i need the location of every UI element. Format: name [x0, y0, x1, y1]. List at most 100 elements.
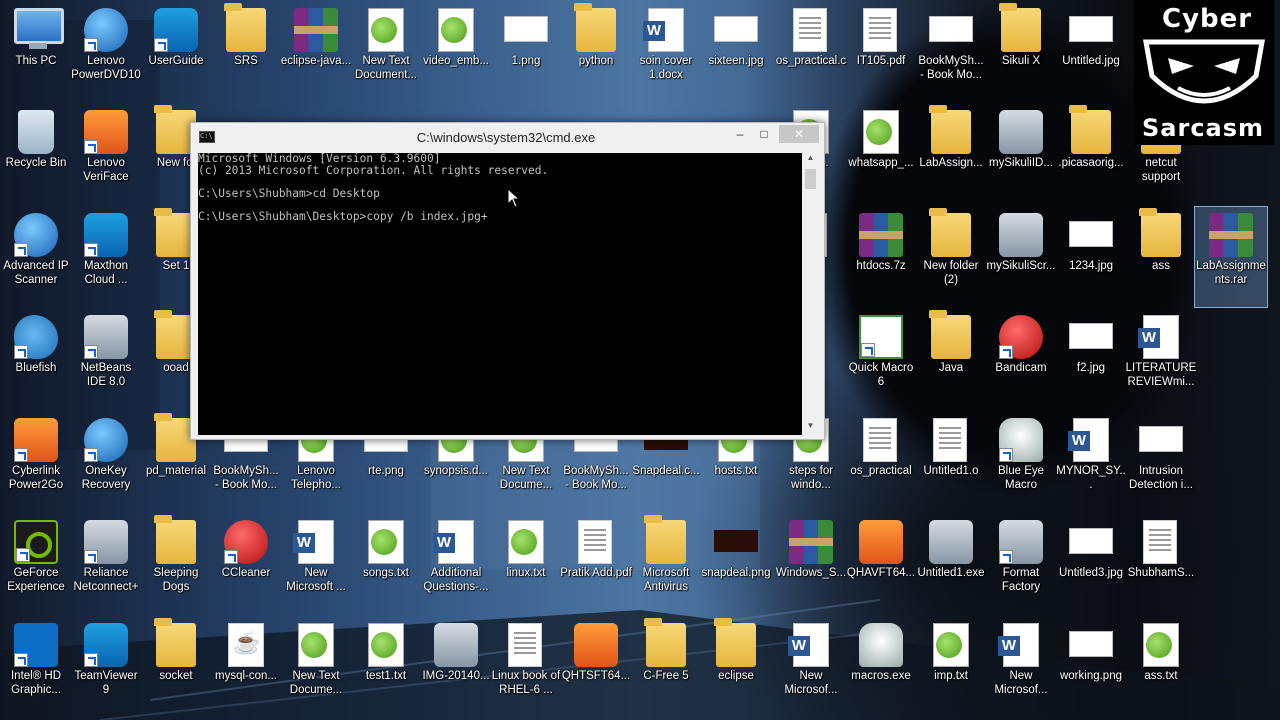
shortcut-arrow-icon — [224, 550, 238, 564]
desktop-icon[interactable]: GeForce Experience — [0, 514, 72, 614]
desktop-icon[interactable]: macros.exe — [845, 617, 917, 717]
desktop-icon[interactable]: Quick Macro 6 — [845, 309, 917, 409]
winrar-icon — [1209, 213, 1253, 257]
desktop-icon-label: pd_material — [145, 465, 207, 477]
desktop-icon[interactable]: eclipse-java... — [280, 2, 352, 102]
desktop-icon[interactable]: imp.txt — [915, 617, 987, 717]
desktop-icon[interactable]: 1234.jpg — [1055, 207, 1127, 307]
desktop-icon[interactable]: Blue Eye Macro — [985, 412, 1057, 512]
desktop-icon[interactable]: CCleaner — [210, 514, 282, 614]
desktop-icon[interactable]: LabAssignments.rar — [1194, 206, 1268, 308]
desktop-icon[interactable]: LabAssign... — [915, 104, 987, 204]
desktop-icon-label: synopsis.d... — [424, 465, 488, 477]
desktop-icon[interactable]: Windows_S... — [775, 514, 847, 614]
desktop-icon[interactable]: C-Free 5 — [630, 617, 702, 717]
desktop-icon[interactable]: TeamViewer 9 — [70, 617, 142, 717]
desktop-icon[interactable]: Untitled1.exe — [915, 514, 987, 614]
desktop-icon[interactable]: working.png — [1055, 617, 1127, 717]
desktop-icon[interactable]: Java — [915, 309, 987, 409]
console-scrollbar[interactable]: ▲ ▼ — [802, 153, 819, 435]
desktop-icon[interactable]: Linux book of RHEL-6 ... — [490, 617, 562, 717]
desktop-icon[interactable]: songs.txt — [350, 514, 422, 614]
desktop-icon-label: imp.txt — [934, 670, 968, 682]
desktop-icon[interactable]: ShubhamS... — [1125, 514, 1197, 614]
desktop-icon[interactable]: ass — [1125, 207, 1197, 307]
desktop-icon[interactable]: Lenovo VeriFace — [70, 104, 142, 204]
desktop-icon[interactable]: soin cover 1.docx — [630, 2, 702, 102]
cmd-console-output[interactable]: Microsoft Windows [Version 6.3.9600] (c) … — [198, 153, 802, 435]
desktop-icon[interactable]: mySikuliID... — [985, 104, 1057, 204]
desktop-icon[interactable]: Maxthon Cloud ... — [70, 207, 142, 307]
desktop-icon[interactable]: Untitled1.o — [915, 412, 987, 512]
cmd-title-bar[interactable]: C:\ C:\windows\system32\cmd.exe – □ ✕ — [191, 123, 824, 151]
desktop-icon[interactable]: python — [560, 2, 632, 102]
desktop-icon[interactable]: IMG-20140... — [420, 617, 492, 717]
desktop-icon[interactable]: mySikuliScr... — [985, 207, 1057, 307]
desktop-icon[interactable]: mysql-con... — [210, 617, 282, 717]
desktop-icon[interactable]: whatsapp_... — [845, 104, 917, 204]
desktop-icon[interactable]: New Text Docume... — [280, 617, 352, 717]
maximize-button[interactable]: □ — [753, 125, 775, 143]
desktop-icon[interactable]: QHAVFT64... — [845, 514, 917, 614]
desktop-icon[interactable]: Intel® HD Graphic... — [0, 617, 72, 717]
desktop-icon[interactable]: SRS — [210, 2, 282, 102]
desktop-icon[interactable]: LITERATURE REVIEWmi... — [1125, 309, 1197, 409]
desktop-icon[interactable]: ass.txt — [1125, 617, 1197, 717]
desktop-icon[interactable]: htdocs.7z — [845, 207, 917, 307]
desktop-icon[interactable]: Additional Questions-... — [420, 514, 492, 614]
desktop-icon-label: LabAssignments.rar — [1196, 260, 1266, 286]
desktop-icon[interactable]: video_emb... — [420, 2, 492, 102]
word-doc-icon — [293, 520, 334, 564]
desktop-icon[interactable]: socket — [140, 617, 212, 717]
cmd-window[interactable]: C:\ C:\windows\system32\cmd.exe – □ ✕ Mi… — [190, 122, 825, 440]
desktop-icon[interactable]: linux.txt — [490, 514, 562, 614]
desktop-icon[interactable]: NetBeans IDE 8.0 — [70, 309, 142, 409]
desktop-icon[interactable]: IT105.pdf — [845, 2, 917, 102]
desktop-icon[interactable]: New Microsof... — [775, 617, 847, 717]
desktop-icon[interactable]: sixteen.jpg — [700, 2, 772, 102]
desktop-icon[interactable]: Pratik Add.pdf — [560, 514, 632, 614]
desktop-icon[interactable]: f2.jpg — [1055, 309, 1127, 409]
desktop-icon[interactable]: os_practical — [845, 412, 917, 512]
image-file-icon — [714, 16, 758, 42]
desktop-icon-label: LITERATURE REVIEWmi... — [1125, 362, 1197, 388]
desktop-icon[interactable]: New Text Document... — [350, 2, 422, 102]
desktop-icon[interactable]: test1.txt — [350, 617, 422, 717]
scroll-thumb[interactable] — [805, 169, 816, 189]
desktop-icon[interactable]: Intrusion Detection i... — [1125, 412, 1197, 512]
desktop-icon[interactable]: Bandicam — [985, 309, 1057, 409]
scroll-down-arrow-icon[interactable]: ▼ — [802, 421, 819, 435]
desktop-icon[interactable]: UserGuide — [140, 2, 212, 102]
desktop-icon[interactable]: New Microsof... — [985, 617, 1057, 717]
desktop-icon[interactable]: Advanced IP Scanner — [0, 207, 72, 307]
desktop-icon[interactable]: eclipse — [700, 617, 772, 717]
word-doc-icon — [1138, 315, 1179, 359]
desktop-icon-label: Reliance Netconnect+ — [73, 567, 139, 593]
desktop-icon[interactable]: MYNOR_SY... — [1055, 412, 1127, 512]
desktop-icon[interactable]: .picasaorig... — [1055, 104, 1127, 204]
desktop-icon[interactable]: New folder (2) — [915, 207, 987, 307]
desktop-icon[interactable]: Cyberlink Power2Go — [0, 412, 72, 512]
desktop-icon[interactable]: QHTSFT64... — [560, 617, 632, 717]
desktop-icon[interactable]: Sleeping Dogs — [140, 514, 212, 614]
shortcut-arrow-icon — [84, 243, 98, 257]
close-button[interactable]: ✕ — [779, 125, 819, 143]
desktop-icon[interactable]: New Microsoft ... — [280, 514, 352, 614]
desktop-icon[interactable]: Format Factory — [985, 514, 1057, 614]
desktop-icon[interactable]: Sikuli X — [985, 2, 1057, 102]
desktop-icon[interactable]: OneKey Recovery — [70, 412, 142, 512]
desktop-icon[interactable]: Untitled.jpg — [1055, 2, 1127, 102]
desktop-icon[interactable]: Bluefish — [0, 309, 72, 409]
desktop-icon[interactable]: 1.png — [490, 2, 562, 102]
desktop-icon[interactable]: snapdeal.png — [700, 514, 772, 614]
desktop-icon[interactable]: This PC — [0, 2, 72, 102]
desktop-icon[interactable]: BookMySh... - Book Mo... — [915, 2, 987, 102]
scroll-up-arrow-icon[interactable]: ▲ — [802, 153, 819, 167]
desktop-icon[interactable]: Untitled3.jpg — [1055, 514, 1127, 614]
desktop-icon[interactable]: Recycle Bin — [0, 104, 72, 204]
desktop-icon[interactable]: os_practical.c — [775, 2, 847, 102]
desktop-icon[interactable]: Microsoft Antivirus — [630, 514, 702, 614]
desktop-icon[interactable]: Lenovo PowerDVD10 — [70, 2, 142, 102]
minimize-button[interactable]: – — [729, 125, 751, 143]
desktop-icon[interactable]: Reliance Netconnect+ — [70, 514, 142, 614]
